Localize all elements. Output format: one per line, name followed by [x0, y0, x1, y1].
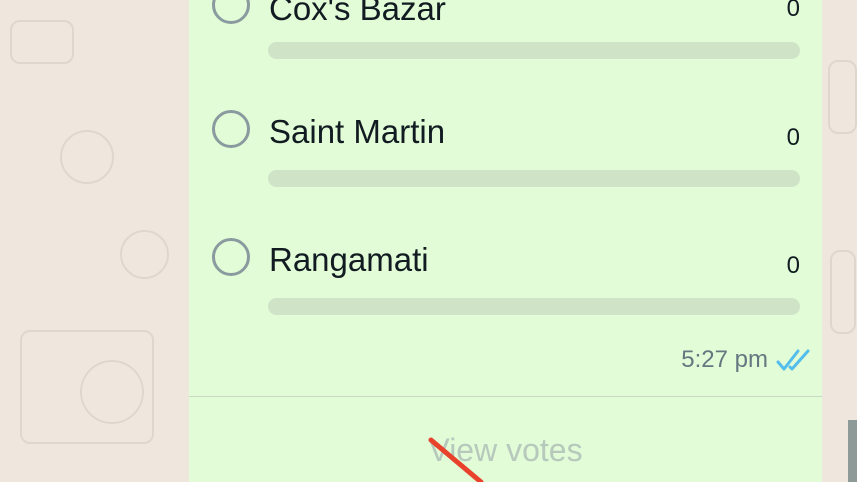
message-timestamp: 5:27 pm: [681, 346, 768, 373]
poll-message-bubble: Cox's Bazar 0 Saint Martin 0 Rangamati 0…: [189, 0, 822, 482]
doodle-shape: [830, 250, 856, 334]
poll-option-progress-bar: [268, 42, 800, 59]
poll-option[interactable]: Rangamati 0: [189, 216, 822, 316]
poll-option-label: Rangamati: [269, 241, 429, 278]
poll-option-label: Saint Martin: [269, 113, 446, 150]
message-meta: 5:27 pm: [681, 342, 812, 378]
poll-option[interactable]: Saint Martin 0: [189, 88, 822, 188]
doodle-shape: [828, 60, 857, 134]
poll-option-vote-count: 0: [786, 252, 800, 279]
poll-option-label: Cox's Bazar: [269, 0, 446, 27]
poll-option-radio[interactable]: [212, 238, 250, 276]
view-votes-button[interactable]: View votes: [189, 432, 822, 469]
bubble-divider: [189, 396, 822, 397]
poll-option[interactable]: Cox's Bazar 0: [189, 0, 822, 60]
poll-option-radio[interactable]: [212, 110, 250, 148]
doodle-shape: [80, 360, 144, 424]
poll-option-progress-bar: [268, 298, 800, 315]
doodle-shape: [120, 230, 169, 279]
scrollbar-thumb[interactable]: [848, 420, 857, 482]
poll-option-radio[interactable]: [212, 0, 250, 24]
doodle-shape: [10, 20, 74, 64]
double-check-icon: [776, 349, 810, 371]
annotation-arrow-icon: [428, 437, 484, 482]
poll-option-progress-bar: [268, 170, 800, 187]
poll-option-vote-count: 0: [786, 124, 800, 151]
poll-option-vote-count: 0: [786, 0, 800, 22]
doodle-shape: [60, 130, 114, 184]
